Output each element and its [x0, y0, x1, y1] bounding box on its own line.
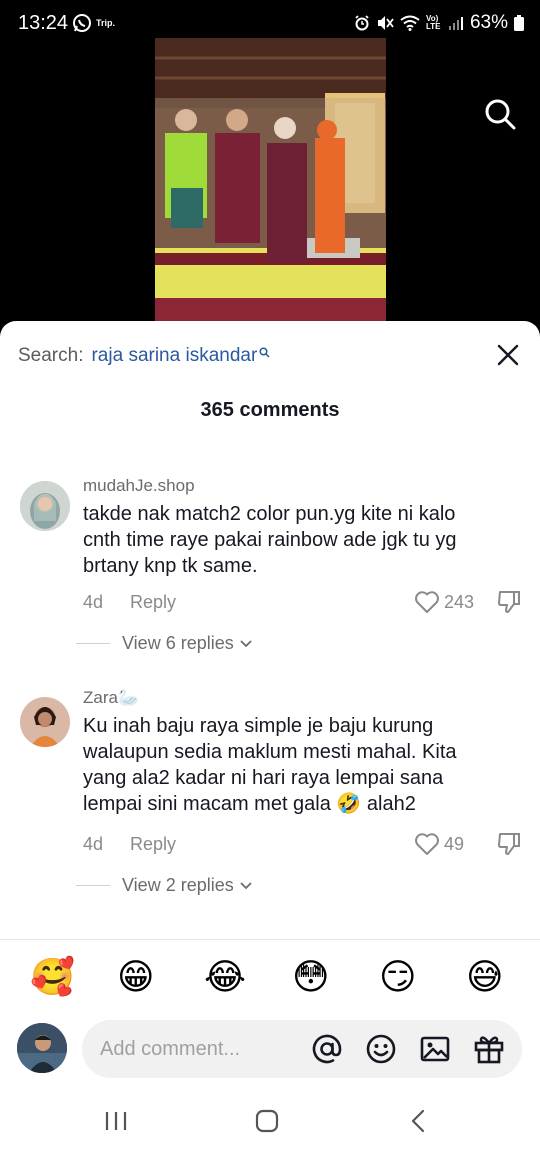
- comment-line: Ku inah baju raya simple je baju kurung: [83, 715, 434, 737]
- view-replies-button[interactable]: View 6 replies: [76, 633, 252, 654]
- composer-divider: [0, 939, 540, 940]
- divider-line: [76, 885, 110, 886]
- divider-line: [76, 643, 110, 644]
- dislike-icon[interactable]: [496, 831, 522, 857]
- chevron-down-icon: [240, 639, 252, 647]
- comment-line: yang ala2 kadar ni hari raya lempai sana: [83, 767, 444, 789]
- emoji-flushed[interactable]: 😳: [292, 953, 330, 1003]
- wifi-icon: [400, 15, 420, 31]
- emoji-sweat-smile[interactable]: 😅: [466, 953, 504, 1003]
- volte-icon: Vo) LTE: [425, 14, 441, 31]
- like-count: 49: [444, 833, 465, 854]
- view-replies-label: View 2 replies: [122, 875, 234, 895]
- heart-icon: [415, 591, 439, 613]
- comment-username[interactable]: mudahJe.shop: [83, 476, 195, 496]
- reply-button[interactable]: Reply: [130, 834, 176, 855]
- video-scene-image: [155, 38, 386, 322]
- whatsapp-icon: [73, 14, 91, 32]
- trip-label: Trip.: [96, 18, 116, 28]
- view-replies-label: View 6 replies: [122, 633, 234, 653]
- comment-line: lempai sini macam met gala 🤣 alah2: [83, 793, 416, 815]
- comment-text: takde nak match2 color pun.yg kite ni ka…: [83, 501, 513, 579]
- comment-age: 4d: [83, 592, 104, 612]
- avatar[interactable]: [20, 697, 70, 747]
- emoji-smiling-hearts[interactable]: 🥰: [30, 953, 75, 1003]
- chevron-down-icon: [240, 881, 252, 889]
- battery-percent: 63%: [469, 12, 508, 33]
- search-label: Search:: [18, 345, 84, 366]
- mute-icon: [377, 16, 394, 30]
- emoji-grinning[interactable]: 😁: [117, 953, 155, 1003]
- comment-username[interactable]: Zara🦢: [83, 688, 139, 708]
- comment-text: Ku inah baju raya simple je baju kurung …: [83, 713, 513, 817]
- current-user-avatar[interactable]: [17, 1023, 67, 1073]
- image-icon[interactable]: [419, 1033, 451, 1065]
- comments-sheet: Search: raja sarina iskandar 365 comment…: [0, 321, 540, 1158]
- signal-icon: [448, 17, 463, 30]
- system-nav-bar: [0, 1090, 540, 1158]
- reply-button[interactable]: Reply: [130, 592, 176, 613]
- battery-icon: [514, 15, 524, 31]
- emoji-icon[interactable]: [365, 1033, 397, 1065]
- like-button[interactable]: 243: [414, 590, 474, 614]
- search-icon[interactable]: [484, 98, 516, 130]
- comment-line: brtany knp tk same.: [83, 555, 258, 577]
- comment-line: takde nak match2 color pun.yg kite ni ka…: [83, 503, 456, 525]
- like-count: 243: [444, 591, 475, 612]
- status-time: 13:24: [18, 12, 69, 34]
- status-left-icons: Trip.: [72, 13, 115, 33]
- emoji-tears-of-joy[interactable]: 😂: [204, 953, 246, 1003]
- search-query-link[interactable]: raja sarina iskandar: [91, 345, 257, 367]
- comment-age: 4d: [83, 834, 104, 854]
- alarm-icon: [355, 15, 369, 31]
- comment-composer[interactable]: [82, 1020, 522, 1078]
- comment-line: cnth time raye pakai rainbow ade jgk tu …: [83, 529, 457, 551]
- gift-icon[interactable]: [473, 1033, 505, 1065]
- comments-count: 365 comments: [200, 399, 340, 421]
- video-player[interactable]: [0, 36, 540, 336]
- video-thumbnail[interactable]: [155, 38, 386, 322]
- heart-icon: [415, 833, 439, 855]
- avatar[interactable]: [20, 481, 70, 531]
- status-right-icons: Vo) LTE 63%: [354, 12, 524, 34]
- related-search[interactable]: Search: raja sarina iskandar: [18, 345, 270, 367]
- close-icon[interactable]: [496, 343, 520, 367]
- comment-line: walaupun sedia maklum mesti mahal. Kita: [83, 741, 457, 763]
- home-icon[interactable]: [254, 1108, 280, 1134]
- emoji-quick-bar: 🥰 😁 😂 😳 😏 😅: [0, 953, 540, 1007]
- recent-apps-icon[interactable]: [103, 1108, 129, 1134]
- back-icon[interactable]: [406, 1108, 432, 1134]
- search-small-icon: [259, 347, 270, 358]
- emoji-smirking[interactable]: 😏: [379, 953, 417, 1003]
- dislike-icon[interactable]: [496, 589, 522, 615]
- comment-input[interactable]: [100, 1020, 300, 1078]
- view-replies-button[interactable]: View 2 replies: [76, 875, 252, 896]
- like-button[interactable]: 49: [414, 832, 464, 856]
- mention-icon[interactable]: [311, 1033, 343, 1065]
